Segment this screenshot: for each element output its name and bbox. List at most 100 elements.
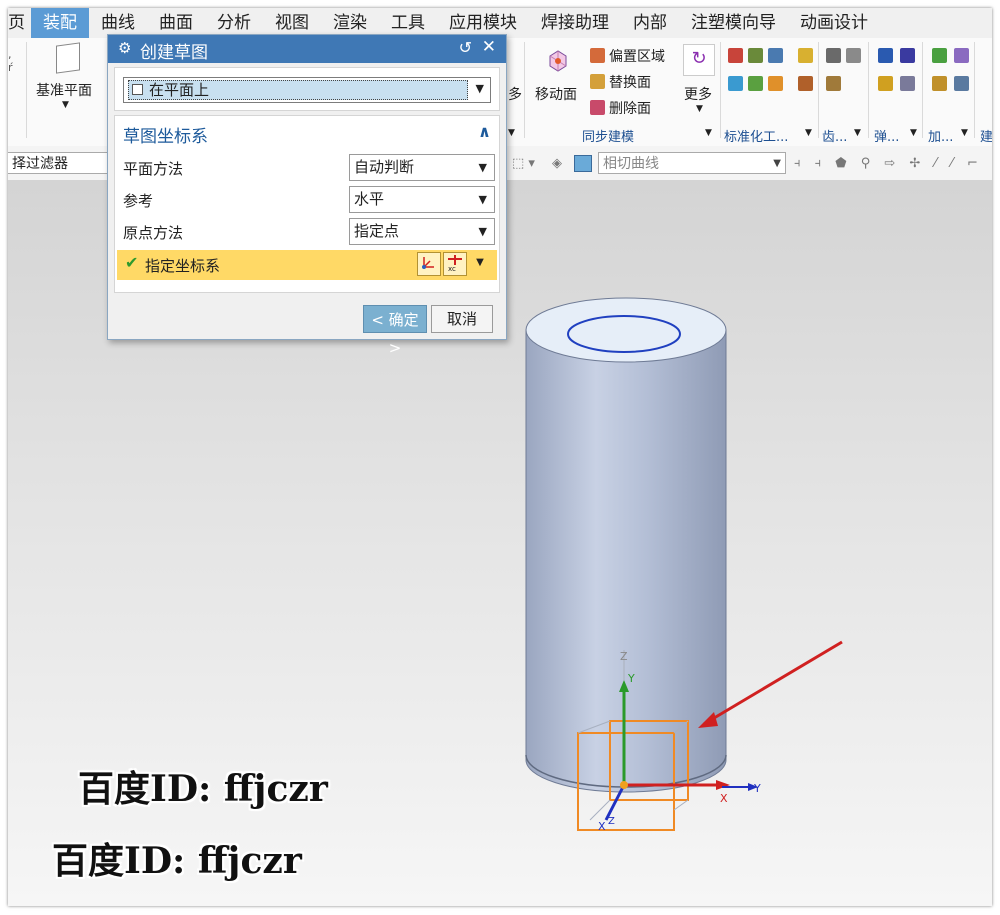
datum-plane-button[interactable]: 基准平面	[36, 80, 92, 100]
menu-item-mold-wizard[interactable]: 注塑模向导	[679, 8, 788, 38]
spring-icon-1[interactable]	[878, 48, 893, 63]
add-dropdown-icon[interactable]: ▼	[961, 128, 968, 138]
select-face-icon[interactable]	[574, 155, 592, 172]
sync-group-dropdown-icon[interactable]: ▼	[705, 128, 712, 138]
collapse-icon[interactable]: ∧	[478, 122, 491, 141]
watermark-2: 百度ID: ffjczr	[52, 840, 302, 882]
more-button[interactable]: 更多	[684, 84, 712, 104]
x-axis-arrow-icon	[716, 780, 730, 790]
csys-origin	[620, 781, 628, 789]
datum-plane-dropdown-icon[interactable]: ▼	[62, 100, 69, 110]
more-icon[interactable]: ↻	[683, 44, 715, 76]
snap-icons[interactable]: ⫞ ⫞ ⬟ ⚲ ⇨ ✢ ⁄ ⁄ ⌐	[794, 156, 983, 171]
sketch-csys-section: 草图坐标系 ∧ 平面方法 自动判断 ▼ 参考 水平 ▼ 原点方法 指定点 ▼ ✔…	[114, 115, 500, 293]
cancel-button[interactable]: 取消	[431, 305, 493, 333]
std-part-icon-3[interactable]	[768, 48, 783, 63]
gear-icon-1[interactable]	[826, 48, 841, 63]
gear-icon[interactable]: ⚙	[118, 39, 131, 57]
gear-group-label: 齿...	[822, 130, 848, 145]
curve-rule-combo[interactable]: 相切曲线 ▼	[598, 152, 786, 174]
chevron-down-icon: ▼	[773, 158, 781, 169]
delete-face-icon	[590, 100, 605, 115]
watermark-1: 百度ID: ffjczr	[78, 768, 328, 810]
move-face-button[interactable]: 移动面	[535, 84, 577, 104]
plane-method-select[interactable]: 自动判断 ▼	[349, 154, 495, 181]
origin-method-select[interactable]: 指定点 ▼	[349, 218, 495, 245]
ribbon-separator	[720, 42, 721, 138]
cylinder-body	[525, 329, 727, 793]
spring-dropdown-icon[interactable]: ▼	[910, 128, 917, 138]
spring-icon-4[interactable]	[900, 76, 915, 91]
ribbon-separator	[26, 42, 27, 138]
std-parts-dropdown-icon[interactable]: ▼	[805, 128, 812, 138]
add-icon-1[interactable]	[932, 48, 947, 63]
sync-modeling-group-label: 同步建模	[582, 130, 635, 145]
dialog-title: 创建草图	[140, 43, 208, 63]
more-dropdown-icon[interactable]: ▼	[696, 104, 703, 114]
csys-dropdown-icon[interactable]: ▼	[469, 252, 491, 276]
gear-icon-3[interactable]	[826, 76, 841, 91]
more-left-label[interactable]: 多	[508, 84, 522, 104]
csys-dialog-icon[interactable]	[417, 252, 441, 276]
z2-axis-label: Z	[608, 816, 615, 827]
offset-region-button[interactable]: 偏置区域	[609, 46, 665, 66]
sketch-type-section: 在平面上 ▼	[114, 67, 500, 111]
add-icon-2[interactable]	[954, 48, 969, 63]
x2-axis-label: X	[598, 820, 606, 833]
curve-rule-value: 相切曲线	[603, 156, 659, 172]
group-dropdown-icon[interactable]: ▼	[508, 128, 515, 138]
ribbon-separator	[818, 42, 819, 138]
plane-method-label: 平面方法	[123, 160, 184, 178]
sketch-type-select[interactable]: 在平面上 ▼	[123, 77, 491, 103]
type-filter-value: 择过滤器	[12, 156, 68, 172]
gear-icon-2[interactable]	[846, 48, 861, 63]
on-plane-icon	[132, 84, 143, 95]
ribbon-separator	[974, 42, 975, 138]
y2-axis-label: Y	[753, 782, 761, 795]
gear-dropdown-icon[interactable]: ▼	[854, 128, 861, 138]
y-axis-label: Y	[627, 672, 635, 685]
reference-select[interactable]: 水平 ▼	[349, 186, 495, 213]
replace-face-icon	[590, 74, 605, 89]
reset-icon[interactable]: ↺	[459, 38, 472, 57]
menu-item-assembly[interactable]: 装配	[31, 8, 89, 38]
chevron-down-icon: ▼	[478, 225, 487, 238]
menu-item-internal[interactable]: 内部	[621, 8, 679, 38]
close-icon[interactable]: ✕	[482, 37, 496, 57]
ribbon-separator	[868, 42, 869, 138]
add-icon-3[interactable]	[932, 76, 947, 91]
chevron-down-icon: ▼	[478, 161, 487, 174]
std-part-icon-6[interactable]	[748, 76, 763, 91]
std-part-icon-2[interactable]	[748, 48, 763, 63]
spring-group-label: 弹...	[874, 130, 900, 145]
ok-button[interactable]: < 确定 >	[363, 305, 427, 357]
add-icon-4[interactable]	[954, 76, 969, 91]
sketch-csys-section-title: 草图坐标系	[123, 127, 208, 147]
chevron-down-icon: ▼	[475, 82, 484, 95]
origin-method-label: 原点方法	[123, 224, 184, 242]
specify-csys-row[interactable]: ✔ 指定坐标系 xc ▼	[117, 250, 497, 280]
std-part-icon-7[interactable]	[768, 76, 783, 91]
std-part-icon-8[interactable]	[798, 76, 813, 91]
datum-plane-icon[interactable]	[56, 42, 80, 74]
std-part-icon-5[interactable]	[728, 76, 743, 91]
spring-icon-3[interactable]	[878, 76, 893, 91]
dialog-title-bar[interactable]: ⚙ 创建草图 ↺ ✕	[108, 35, 506, 63]
menu-item-welding[interactable]: 焊接助理	[529, 8, 621, 38]
select-body-icon[interactable]: ◈	[552, 156, 562, 171]
spring-icon-2[interactable]	[900, 48, 915, 63]
z-axis-label: Z	[620, 650, 628, 663]
menu-item-page[interactable]: 页	[8, 8, 31, 38]
menu-item-animation[interactable]: 动画设计	[788, 8, 880, 38]
select-box-icon[interactable]: ⬚ ▾	[512, 156, 535, 171]
delete-face-button[interactable]: 删除面	[609, 98, 651, 118]
check-icon: ✔	[125, 253, 139, 272]
std-part-icon-1[interactable]	[728, 48, 743, 63]
chevron-down-icon: ▼	[478, 193, 487, 206]
replace-face-button[interactable]: 替换面	[609, 72, 651, 92]
move-face-icon[interactable]	[544, 46, 572, 74]
ok-label: 确定	[388, 311, 419, 329]
std-part-icon-4[interactable]	[798, 48, 813, 63]
ribbon-separator	[922, 42, 923, 138]
xc-csys-icon[interactable]: xc	[443, 252, 467, 276]
